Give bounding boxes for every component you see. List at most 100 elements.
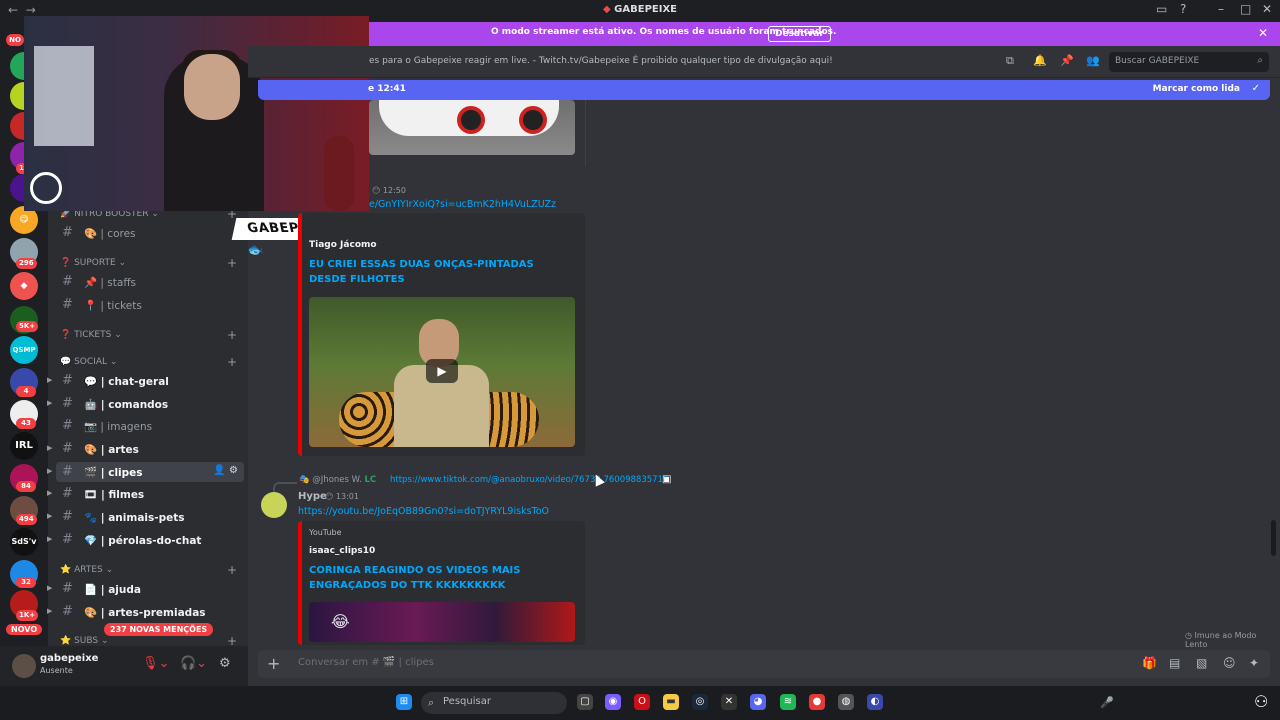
pin-icon[interactable]: 📌 [1060, 54, 1074, 67]
app-icon[interactable]: ◐ [867, 694, 883, 710]
channel-perolas-do-chat[interactable]: ▶ # 💎 | pérolas-do-chat [47, 530, 244, 550]
channel-filmes[interactable]: ▶ # 🎞 | filmes [47, 484, 244, 504]
server-icon[interactable]: ◆ [10, 272, 38, 300]
server-label[interactable]: IRL [10, 432, 38, 460]
microphone-icon[interactable]: 🎤 [1100, 696, 1114, 709]
server-icon[interactable]: QSMP [10, 336, 38, 364]
minimize-icon[interactable]: – [1218, 2, 1224, 16]
channel-chat-geral[interactable]: ▶ # 💬 | chat-geral [47, 371, 244, 391]
gear-icon[interactable]: ⚙ [229, 465, 238, 476]
headphones-muted-icon[interactable]: 🎧⌄ [180, 656, 207, 671]
emoji-icon: 😶 [325, 492, 334, 501]
search-input[interactable]: Buscar GABEPEIXE ⌕ [1109, 52, 1269, 72]
add-channel-icon[interactable]: + [227, 563, 237, 577]
channel-clipes[interactable]: ▶ # 🎬 | clipes 👤 ⚙ [47, 462, 244, 482]
channel-staffs[interactable]: # 📌 | staffs [56, 272, 244, 292]
reply-preview[interactable]: 🎭 @Jhones W. LC [299, 475, 376, 485]
message-composer[interactable]: + Conversar em # 🎬 | clipes 🎁 ▤ ▧ ☺ ✦ [258, 650, 1270, 678]
taskbar-search[interactable]: ⌕ Pesquisar [421, 692, 567, 714]
help-icon[interactable]: ? [1180, 2, 1186, 16]
apps-icon[interactable]: ✦ [1249, 656, 1259, 670]
message-link[interactable]: https://youtu.be/JoEqOB89Gn0?si=doTJYRYL… [298, 506, 549, 517]
category-subs[interactable]: ⭐ SUBS ⌄ + [60, 634, 237, 648]
embed-provider[interactable]: YouTube [309, 528, 342, 537]
spotify-icon[interactable]: ≋ [780, 694, 796, 710]
embed-title[interactable]: EU CRIEI ESSAS DUAS ONÇAS-PINTADAS DESDE… [309, 257, 569, 287]
channel-artes[interactable]: ▶ # 🎨 | artes [47, 439, 244, 459]
message-input[interactable]: Conversar em # 🎬 | clipes [298, 657, 434, 668]
play-icon[interactable]: ▶ [426, 359, 458, 383]
hash-icon: # [62, 509, 73, 524]
reply-link[interactable]: https://www.tiktok.com/@anaobruxo/video/… [390, 475, 668, 485]
app-icon[interactable]: ✕ [721, 694, 737, 710]
embed-author[interactable]: isaac_clips10 [309, 546, 375, 556]
channel-imagens[interactable]: # 📷 | imagens [56, 416, 244, 436]
tray-icon[interactable]: ⚇ [1254, 692, 1268, 711]
channel-comandos[interactable]: ▶ # 🤖 | comandos [47, 394, 244, 414]
channel-tickets[interactable]: # 📍 | tickets [56, 295, 244, 315]
gif-icon[interactable]: ▤ [1169, 656, 1180, 670]
gift-icon[interactable]: 🎁 [1142, 656, 1157, 670]
emoji-icon[interactable]: ☺ [1223, 656, 1236, 670]
close-icon[interactable]: ✕ [1258, 26, 1268, 40]
embed-thumbnail-car[interactable] [369, 100, 575, 155]
opera-icon[interactable]: O [634, 694, 650, 710]
server-label[interactable]: SdS'v [10, 528, 38, 556]
role-tag: LC [364, 475, 377, 485]
webcam-head [184, 54, 240, 120]
hash-icon: # [62, 532, 73, 547]
channel-animais-pets[interactable]: ▶ # 🐾 | animais-pets [47, 507, 244, 527]
scrollbar[interactable] [1271, 520, 1276, 556]
maximize-icon[interactable]: □ [1240, 2, 1251, 16]
server-icon: ◆ [602, 4, 611, 15]
sticker-icon[interactable]: ▧ [1196, 656, 1207, 670]
bell-icon[interactable]: 🔔 [1033, 54, 1047, 67]
clock-icon: ◷ [1185, 631, 1192, 640]
embed-thumbnail-clip[interactable]: 😂 [309, 602, 575, 642]
channel-ajuda[interactable]: ▶ # 📄 | ajuda [47, 579, 244, 599]
disable-streamer-button[interactable]: Desativar [768, 26, 831, 42]
message-author[interactable]: Hype [298, 491, 327, 502]
channel-cores[interactable]: # 🎨 | cores [56, 223, 244, 243]
members-icon[interactable]: 👥 [1086, 54, 1100, 67]
embed-author[interactable]: Tiago Jácomo [309, 240, 377, 250]
invite-icon[interactable]: 👤 [213, 465, 225, 476]
avatar[interactable] [12, 654, 36, 678]
category-artes[interactable]: ⭐ ARTES ⌄ + [60, 563, 237, 577]
copilot-icon[interactable]: ◉ [605, 694, 621, 710]
discord-icon[interactable]: ◕ [750, 694, 766, 710]
task-view-icon[interactable]: ▢ [577, 694, 593, 710]
file-explorer-icon[interactable]: ▬ [663, 694, 679, 710]
message-link[interactable]: e/GnYIYIrXoiQ?si=ucBmK2hH4VuLZUZz [369, 199, 556, 210]
inbox-icon[interactable]: ▭ [1156, 2, 1167, 16]
hash-icon: # [62, 486, 73, 501]
windows-start-icon[interactable]: ⊞ [396, 694, 412, 710]
add-attachment-icon[interactable]: + [267, 654, 280, 673]
hash-icon: # [62, 418, 73, 433]
threads-icon[interactable]: ⧉ [1006, 54, 1014, 68]
category-social[interactable]: 💬 SOCIAL ⌄ + [60, 355, 237, 369]
steam-icon[interactable]: ◎ [692, 694, 708, 710]
category-suporte[interactable]: ❓ SUPORTE ⌄ + [60, 256, 237, 270]
category-tickets[interactable]: ❓ TICKETS ⌄ + [60, 328, 237, 342]
mark-as-read-button[interactable]: Marcar como lida [1153, 84, 1240, 94]
emoji-icon: 😶 [372, 186, 381, 195]
new-mentions-badge[interactable]: 237 NOVAS MENÇÕES [104, 623, 214, 636]
embed-thumbnail-jaguar[interactable]: ▶ [309, 297, 575, 447]
app-icon[interactable]: ● [809, 694, 825, 710]
add-channel-icon[interactable]: + [227, 355, 237, 369]
gear-icon[interactable]: ⚙ [219, 656, 231, 671]
search-icon: ⌕ [428, 696, 435, 709]
embed-title[interactable]: CORINGA REAGINDO OS VIDEOS MAIS ENGRAÇAD… [309, 563, 579, 593]
obs-icon[interactable]: ◍ [838, 694, 854, 710]
novo-badge[interactable]: NOVO [6, 624, 43, 635]
username[interactable]: gabepeixe [40, 653, 98, 664]
avatar[interactable] [261, 492, 287, 518]
add-channel-icon[interactable]: + [227, 328, 237, 342]
channel-artes-premiadas[interactable]: ▶ # 🎨 | artes-premiadas [47, 602, 244, 622]
close-window-icon[interactable]: ✕ [1262, 2, 1272, 16]
channel-header: es para o Gabepeixe reagir em live. - Tw… [248, 46, 1280, 78]
mic-muted-icon[interactable]: 🎙⌄ [142, 656, 169, 671]
new-messages-bar[interactable]: e 12:41 Marcar como lida ✓ [258, 80, 1270, 100]
channel-topic[interactable]: es para o Gabepeixe reagir em live. - Tw… [369, 56, 833, 66]
